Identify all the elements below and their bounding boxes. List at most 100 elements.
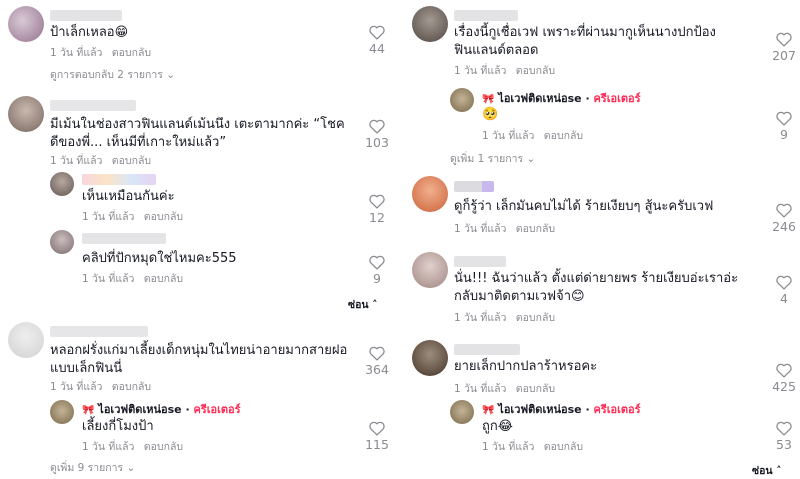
comment-meta: 1 วัน ที่แล้ว ตอบกลับ xyxy=(50,154,151,168)
heart-icon xyxy=(369,194,385,209)
like-count: 103 xyxy=(365,135,389,150)
comment-meta: 1 วัน ที่แล้ว ตอบกลับ xyxy=(454,64,555,78)
like-button[interactable]: 53 xyxy=(764,420,800,453)
heart-icon xyxy=(776,111,792,126)
like-button[interactable]: 9 xyxy=(357,254,397,287)
creator-avatar[interactable] xyxy=(450,400,474,424)
timestamp: 1 วัน ที่แล้ว xyxy=(454,312,507,324)
reply-meta: 1 วัน ที่แล้ว ตอบกลับ xyxy=(482,440,583,454)
view-more-replies-link[interactable]: ดูเพิ่ม 1 รายการ ⌄ xyxy=(450,152,535,166)
bow-icon: 🎀 xyxy=(82,405,95,416)
hide-replies-button[interactable]: ซ่อน ˄ xyxy=(752,462,782,479)
hide-replies-button[interactable]: ซ่อน ˄ xyxy=(348,296,378,313)
reply-link[interactable]: ตอบกลับ xyxy=(144,211,183,223)
creator-avatar[interactable] xyxy=(50,400,74,424)
reply-link[interactable]: ตอบกลับ xyxy=(516,223,555,235)
blurred-username[interactable] xyxy=(454,181,494,192)
reply-link[interactable]: ตอบกลับ xyxy=(112,47,151,59)
commenter-avatar[interactable] xyxy=(412,252,448,288)
reply-text: 🥺 xyxy=(482,107,499,122)
like-button[interactable]: 246 xyxy=(764,202,800,235)
like-button[interactable]: 44 xyxy=(357,24,397,57)
creator-badge: ครีเอเตอร์ xyxy=(193,403,241,416)
reply-link[interactable]: ตอบกลับ xyxy=(544,441,583,453)
blurred-username[interactable] xyxy=(82,233,166,244)
heart-icon xyxy=(776,203,792,218)
timestamp: 1 วัน ที่แล้ว xyxy=(82,441,135,453)
right-comment-column: เรื่องนี้กูเชื่อเวฟ เพราะที่ผ่านมากูเห็น… xyxy=(404,0,800,478)
reply-link[interactable]: ตอบกลับ xyxy=(112,381,151,393)
chevron-down-icon: ⌄ xyxy=(166,69,176,81)
like-count: 246 xyxy=(772,219,796,234)
like-count: 207 xyxy=(772,48,796,63)
commenter-avatar[interactable] xyxy=(412,176,448,212)
commenter-avatar[interactable] xyxy=(412,340,448,376)
view-replies-link[interactable]: ดูการตอบกลับ 2 รายการ ⌄ xyxy=(50,68,175,82)
like-count: 44 xyxy=(369,41,385,56)
comment-text: ยายเล็กปากปลาร้าหรอคะ xyxy=(454,359,598,374)
heart-icon xyxy=(369,255,385,270)
reply-link[interactable]: ตอบกลับ xyxy=(516,383,555,395)
reply-link[interactable]: ตอบกลับ xyxy=(144,441,183,453)
comment-text: ป้าเล็กเหลอ😁 xyxy=(50,25,129,40)
timestamp: 1 วัน ที่แล้ว xyxy=(454,65,507,77)
heart-icon xyxy=(776,363,792,378)
chevron-down-icon: ⌄ xyxy=(126,462,136,474)
replier-avatar[interactable] xyxy=(50,230,74,254)
chevron-up-icon: ˄ xyxy=(776,465,782,477)
blurred-username[interactable] xyxy=(50,100,136,111)
like-button[interactable]: 103 xyxy=(357,118,397,151)
blurred-username[interactable] xyxy=(454,10,518,21)
view-more-replies-link[interactable]: ดูเพิ่ม 9 รายการ ⌄ xyxy=(50,461,135,475)
creator-avatar[interactable] xyxy=(450,88,474,112)
commenter-avatar[interactable] xyxy=(8,6,44,42)
blurred-username[interactable] xyxy=(82,174,156,185)
like-button[interactable]: 4 xyxy=(764,274,800,307)
reply-link[interactable]: ตอบกลับ xyxy=(112,155,151,167)
blurred-username[interactable] xyxy=(50,10,122,21)
reply-text: เห็นเหมือนกันค่ะ xyxy=(82,189,175,204)
timestamp: 1 วัน ที่แล้ว xyxy=(482,441,535,453)
like-count: 4 xyxy=(780,291,788,306)
reply-meta: 1 วัน ที่แล้ว ตอบกลับ xyxy=(82,272,183,286)
like-count: 9 xyxy=(373,271,381,286)
creator-badge: ครีเอเตอร์ xyxy=(593,92,641,105)
column-divider xyxy=(396,0,401,478)
commenter-avatar[interactable] xyxy=(8,96,44,132)
chevron-up-icon: ˄ xyxy=(372,299,378,311)
reply-meta: 1 วัน ที่แล้ว ตอบกลับ xyxy=(82,440,183,454)
commenter-avatar[interactable] xyxy=(412,6,448,42)
blurred-username[interactable] xyxy=(454,344,520,355)
timestamp: 1 วัน ที่แล้ว xyxy=(454,383,507,395)
comment-meta: 1 วัน ที่แล้ว ตอบกลับ xyxy=(454,222,555,236)
blurred-username[interactable] xyxy=(454,256,506,267)
like-button[interactable]: 115 xyxy=(357,420,397,453)
heart-icon xyxy=(369,119,385,134)
reply-link[interactable]: ตอบกลับ xyxy=(516,312,555,324)
commenter-avatar[interactable] xyxy=(8,322,44,358)
chevron-down-icon: ⌄ xyxy=(526,153,536,165)
comment-meta: 1 วัน ที่แล้ว ตอบกลับ xyxy=(454,311,555,325)
like-button[interactable]: 364 xyxy=(357,345,397,378)
creator-name[interactable]: 🎀 ไอเวฟติดเหน่อse · ครีเอเตอร์ xyxy=(482,403,641,418)
creator-name[interactable]: 🎀 ไอเวฟติดเหน่อse · ครีเอเตอร์ xyxy=(482,92,641,107)
heart-icon xyxy=(369,25,385,40)
creator-name[interactable]: 🎀 ไอเวฟติดเหน่อse · ครีเอเตอร์ xyxy=(82,403,241,418)
heart-icon xyxy=(776,32,792,47)
reply-link[interactable]: ตอบกลับ xyxy=(516,65,555,77)
like-button[interactable]: 425 xyxy=(764,362,800,395)
like-button[interactable]: 207 xyxy=(764,31,800,64)
reply-text: เลี้ยงกี่โมงป้า xyxy=(82,419,154,434)
like-button[interactable]: 12 xyxy=(357,193,397,226)
heart-icon xyxy=(369,421,385,436)
replier-avatar[interactable] xyxy=(50,172,74,196)
blurred-username[interactable] xyxy=(50,326,148,337)
comment-text: ดูก็รู้ว่า เล็กมันคบไม่ได้ ร้ายเงียบๆ สู… xyxy=(454,199,714,214)
heart-icon xyxy=(776,275,792,290)
like-button[interactable]: 9 xyxy=(764,110,800,143)
reply-link[interactable]: ตอบกลับ xyxy=(144,273,183,285)
comment-meta: 1 วัน ที่แล้ว ตอบกลับ xyxy=(454,382,555,396)
bow-icon: 🎀 xyxy=(482,405,495,416)
timestamp: 1 วัน ที่แล้ว xyxy=(50,47,103,59)
reply-link[interactable]: ตอบกลับ xyxy=(544,130,583,142)
